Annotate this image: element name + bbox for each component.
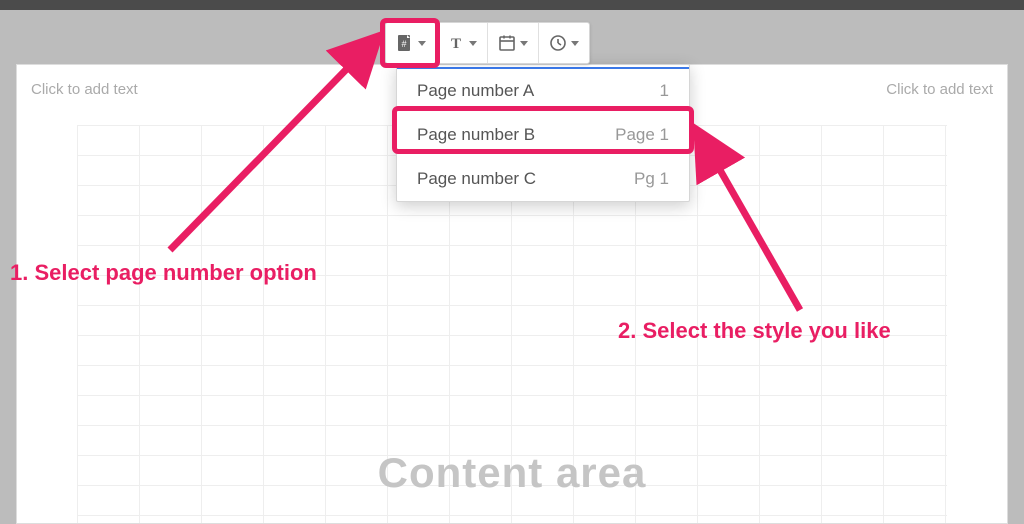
chevron-down-icon — [520, 41, 528, 46]
date-button[interactable] — [487, 23, 538, 63]
content-area-label: Content area — [77, 449, 947, 497]
dropdown-item-label: Page number A — [417, 81, 534, 101]
header-left-placeholder[interactable]: Click to add text — [17, 65, 342, 114]
dropdown-item-page-number-c[interactable]: Page number C Pg 1 — [397, 157, 689, 201]
page-number-dropdown: Page number A 1 Page number B Page 1 Pag… — [396, 64, 690, 202]
text-style-button[interactable]: T — [436, 23, 487, 63]
svg-text:T: T — [451, 36, 461, 52]
text-icon: T — [447, 34, 465, 52]
chevron-down-icon — [571, 41, 579, 46]
svg-text:#: # — [401, 39, 406, 49]
chevron-down-icon — [418, 41, 426, 46]
time-button[interactable] — [538, 23, 589, 63]
annotation-step-2: 2. Select the style you like — [618, 318, 891, 344]
chevron-down-icon — [469, 41, 477, 46]
page-number-button[interactable]: # — [386, 23, 436, 63]
page-number-icon: # — [396, 34, 414, 52]
clock-icon — [549, 34, 567, 52]
dropdown-item-label: Page number B — [417, 125, 535, 145]
dropdown-item-value: Pg 1 — [634, 169, 669, 189]
dropdown-item-value: 1 — [660, 81, 669, 101]
header-right-placeholder[interactable]: Click to add text — [682, 65, 1007, 114]
annotation-step-1: 1. Select page number option — [10, 260, 317, 286]
calendar-icon — [498, 34, 516, 52]
insert-header-toolbar: # T — [385, 22, 590, 64]
window-top-strip — [0, 0, 1024, 10]
dropdown-item-label: Page number C — [417, 169, 536, 189]
dropdown-item-page-number-b[interactable]: Page number B Page 1 — [397, 113, 689, 157]
dropdown-item-page-number-a[interactable]: Page number A 1 — [397, 69, 689, 113]
dropdown-item-value: Page 1 — [615, 125, 669, 145]
